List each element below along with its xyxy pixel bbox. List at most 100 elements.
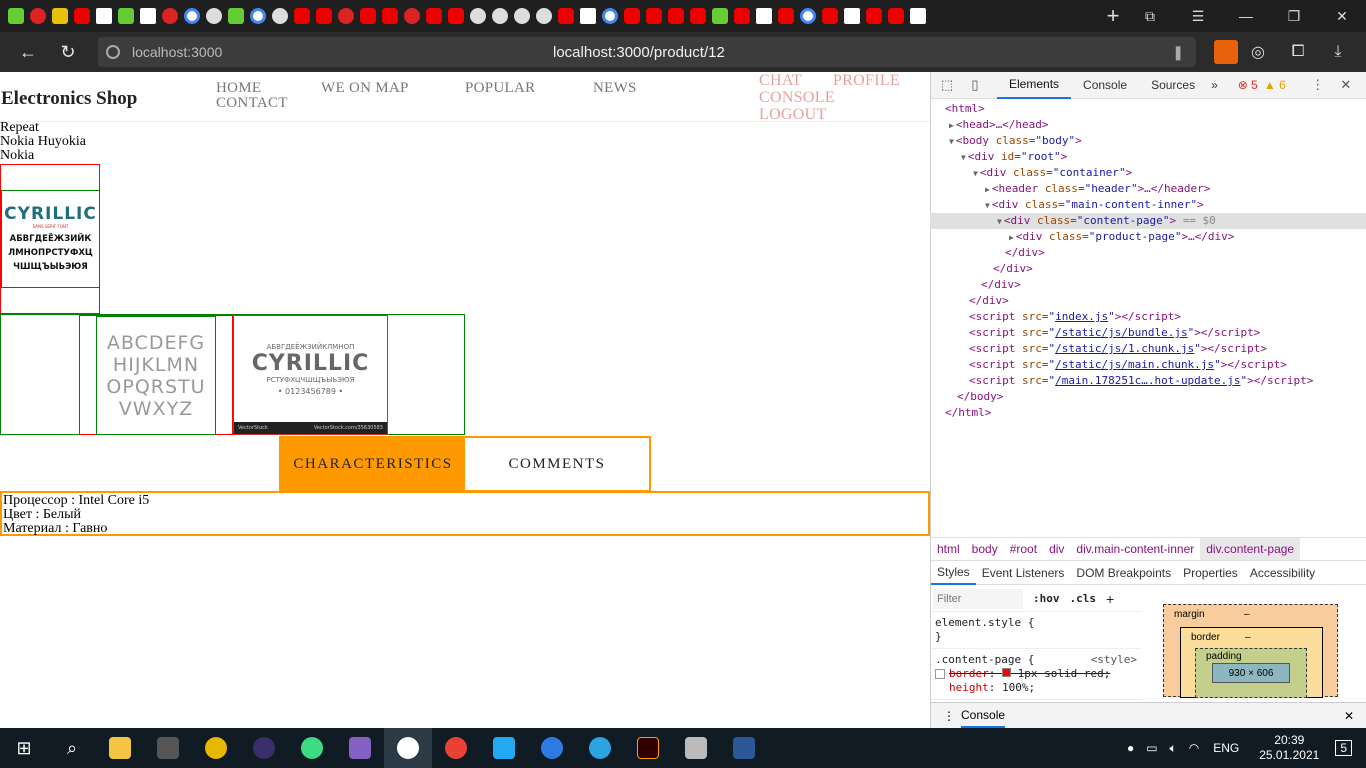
close-devtools-icon[interactable]: ✕: [1332, 77, 1360, 93]
breadcrumb-item[interactable]: html: [931, 542, 966, 556]
script-link[interactable]: /static/js/main.chunk.js: [1055, 358, 1214, 371]
youtube-tab-icon[interactable]: [734, 8, 750, 24]
tab-favicon-icon[interactable]: [118, 8, 134, 24]
collapse-triangle-icon[interactable]: ▼: [949, 137, 954, 146]
network-icon[interactable]: ◠: [1189, 741, 1199, 755]
rule-source-link[interactable]: <style>: [1091, 653, 1137, 667]
breadcrumb-item[interactable]: div: [1043, 542, 1070, 556]
collapse-triangle-icon[interactable]: ▼: [961, 153, 966, 162]
add-rule-icon[interactable]: +: [1106, 591, 1114, 607]
dom-node[interactable]: <script src="/static/js/1.chunk.js"></sc…: [969, 341, 1267, 357]
tab-favicon-icon[interactable]: [338, 8, 354, 24]
dom-node[interactable]: ▼ <div class="container">: [973, 165, 1132, 181]
collapse-triangle-icon[interactable]: ▼: [973, 169, 978, 178]
youtube-tab-icon[interactable]: [558, 8, 574, 24]
tab-search-icon[interactable]: ⧉: [1126, 0, 1174, 32]
start-windows-icon[interactable]: ⊞: [0, 728, 48, 768]
hov-toggle[interactable]: :hov: [1033, 592, 1060, 605]
brand-logo-text[interactable]: Electronics Shop: [1, 88, 137, 110]
nvidia-tab-icon[interactable]: [712, 8, 728, 24]
script-link[interactable]: index.js: [1055, 310, 1108, 323]
tab-dom-breakpoints[interactable]: DOM Breakpoints: [1070, 560, 1177, 585]
tab-properties[interactable]: Properties: [1177, 560, 1244, 585]
expand-triangle-icon[interactable]: ▶: [985, 185, 990, 194]
youtube-tab-icon[interactable]: [668, 8, 684, 24]
nav-profile[interactable]: PROFILE: [833, 72, 900, 90]
extension-target-icon[interactable]: ◎: [1246, 40, 1270, 64]
youtube-tab-icon[interactable]: [624, 8, 640, 24]
collapse-triangle-icon[interactable]: ▼: [985, 201, 990, 210]
tab-styles[interactable]: Styles: [931, 560, 976, 585]
tab-favicon-icon[interactable]: [162, 8, 178, 24]
illustrator-icon[interactable]: [624, 728, 672, 768]
bookmark-icon[interactable]: ❚: [1172, 44, 1184, 61]
wikipedia-tab-icon[interactable]: [756, 8, 772, 24]
script-link[interactable]: /static/js/bundle.js: [1055, 326, 1187, 339]
kebab-menu-icon[interactable]: ⋮: [1304, 77, 1332, 93]
yandex-browser-icon[interactable]: [384, 728, 432, 768]
tab-event-listeners[interactable]: Event Listeners: [976, 560, 1071, 585]
dom-node[interactable]: ▶ <div class="product-page">…</div>: [1009, 229, 1234, 245]
drupal-tab-icon[interactable]: [800, 8, 816, 24]
tray-icon[interactable]: ▭: [1146, 741, 1157, 755]
reload-icon[interactable]: ↻: [48, 32, 88, 72]
youtube-tab-icon[interactable]: [316, 8, 332, 24]
dom-node[interactable]: </div>: [1005, 245, 1045, 261]
youtube-tab-icon[interactable]: [448, 8, 464, 24]
error-count-badge[interactable]: ⊗ 5: [1238, 78, 1258, 92]
google-tab-icon[interactable]: [184, 8, 200, 24]
inspect-element-icon[interactable]: ⬚: [933, 77, 961, 93]
styles-filter-input[interactable]: [933, 588, 1023, 609]
device-toolbar-icon[interactable]: ▯: [961, 77, 989, 93]
github-tab-icon[interactable]: [470, 8, 486, 24]
youtube-tab-icon[interactable]: [294, 8, 310, 24]
more-tabs-button[interactable]: »: [1207, 72, 1222, 99]
property-checkbox[interactable]: [935, 669, 945, 679]
chrome-icon[interactable]: [432, 728, 480, 768]
rule-selector[interactable]: element.style {: [935, 616, 1137, 630]
youtube-tab-icon[interactable]: [690, 8, 706, 24]
dom-node[interactable]: <script src="/static/js/main.chunk.js"><…: [969, 357, 1287, 373]
nav-logout[interactable]: LOGOUT: [759, 106, 827, 124]
youtube-tab-icon[interactable]: [866, 8, 882, 24]
collapse-triangle-icon[interactable]: ▼: [997, 217, 1002, 226]
tab-sources[interactable]: Sources: [1139, 72, 1207, 99]
main-product-image[interactable]: CYRILLIC SANS SERIF FONT АБВГДЕЁЖЗИЙК ЛМ…: [1, 190, 100, 288]
breadcrumb-item[interactable]: body: [966, 542, 1004, 556]
extension-off-icon[interactable]: [1214, 40, 1238, 64]
dom-node[interactable]: ▼ <div class="main-content-inner">: [985, 197, 1204, 213]
tab-characteristics[interactable]: CHARACTERISTICS: [281, 438, 465, 490]
nav-popular[interactable]: POPULAR: [465, 80, 535, 97]
menu-icon[interactable]: ☰: [1174, 0, 1222, 32]
cls-toggle[interactable]: .cls: [1070, 592, 1097, 605]
omnibox[interactable]: localhost:3000 localhost:3000/product/12…: [98, 37, 1196, 67]
dom-node[interactable]: <html>: [945, 101, 985, 117]
doc-tab-icon[interactable]: [140, 8, 156, 24]
tray-icon[interactable]: ●: [1127, 741, 1134, 755]
github-tab-icon[interactable]: [492, 8, 508, 24]
address-url[interactable]: localhost:3000/product/12: [553, 44, 725, 61]
close-drawer-icon[interactable]: ✕: [1344, 709, 1354, 723]
expand-triangle-icon[interactable]: ▶: [1009, 233, 1014, 242]
new-tab-button[interactable]: +: [1098, 3, 1128, 29]
google-tab-icon[interactable]: [602, 8, 618, 24]
nav-we-on-map[interactable]: WE ON MAP: [321, 80, 409, 97]
file-explorer-icon[interactable]: [96, 728, 144, 768]
notification-center-icon[interactable]: 5: [1335, 740, 1352, 756]
dom-node[interactable]: </html>: [945, 405, 991, 421]
tab-favicon-icon[interactable]: [8, 8, 24, 24]
dom-node-selected[interactable]: ▼ <div class="content-page"> == $0: [930, 213, 1366, 229]
drawer-tab-console[interactable]: Console: [961, 704, 1006, 728]
rule-property[interactable]: border: 1px solid red;: [935, 667, 1137, 681]
download-icon[interactable]: ⤓: [1326, 40, 1350, 64]
box-model-content[interactable]: 930 × 606: [1212, 663, 1290, 683]
color-swatch[interactable]: [1002, 668, 1011, 677]
thumbnail-1[interactable]: ABCDEFG HIJKLMN OPQRSTU VWXYZ: [79, 315, 233, 435]
youtube-tab-icon[interactable]: [888, 8, 904, 24]
app-icon[interactable]: [528, 728, 576, 768]
nav-contact[interactable]: CONTACT: [216, 95, 288, 112]
calculator-icon[interactable]: [144, 728, 192, 768]
word-icon[interactable]: [720, 728, 768, 768]
tab-favicon-icon[interactable]: [206, 8, 222, 24]
youtube-tab-icon[interactable]: [382, 8, 398, 24]
